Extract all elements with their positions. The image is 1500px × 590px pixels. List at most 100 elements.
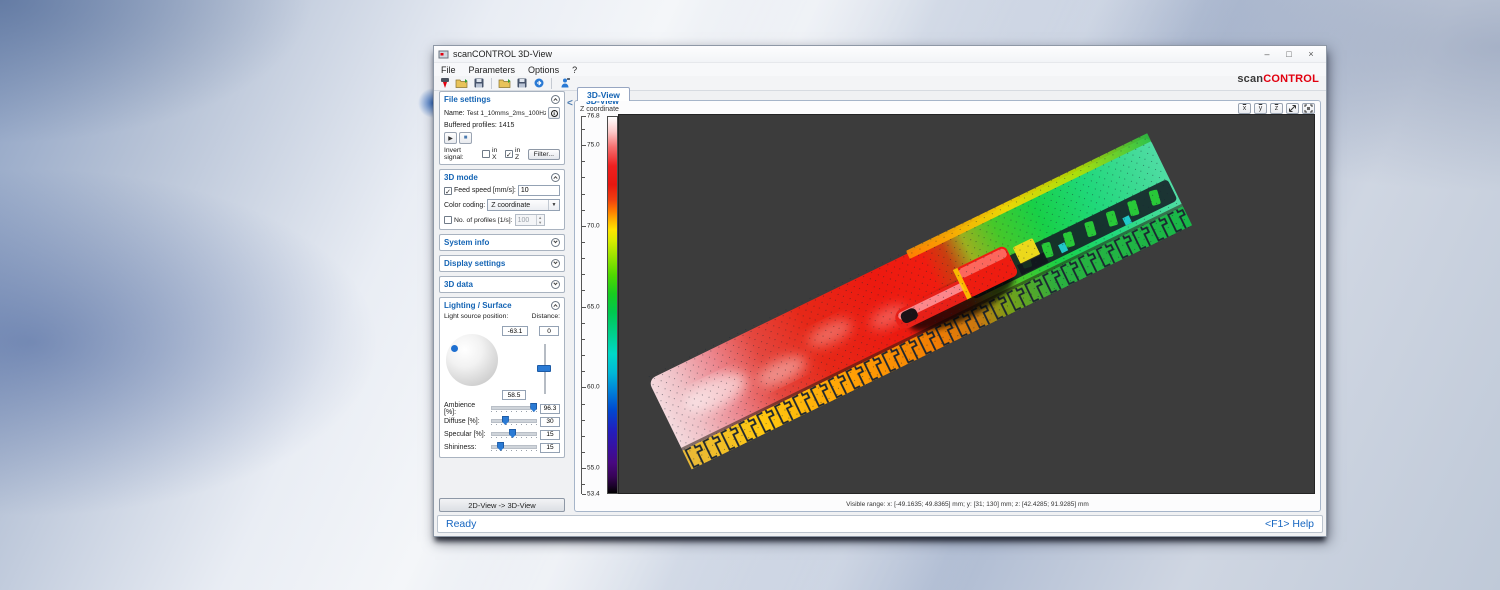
scale-tick-label: 75.0 [587,142,600,149]
slider-track[interactable] [491,429,537,440]
view-isometric-button[interactable] [1286,103,1299,114]
expand-display-settings-button[interactable] [551,259,560,268]
invert-z-label: in Z [515,147,526,161]
distance-value[interactable] [539,326,559,336]
switch-view-button[interactable]: 2D-View -> 3D-View [439,498,565,512]
scale-major-tick: 76.8 [582,116,586,117]
sensor-connect-icon[interactable] [438,77,451,90]
open-parameters-icon[interactable] [498,77,511,90]
3d-mode-title: 3D mode [444,173,478,182]
scale-minor-tick [582,177,585,178]
distance-slider-handle[interactable] [537,365,551,372]
invert-z-checkbox[interactable]: ✓ [505,150,513,158]
slider-value[interactable] [540,404,560,414]
feed-speed-label: Feed speed [mm/s]: [454,187,516,194]
slider-label: Ambience [%]: [444,402,488,416]
scancontrol-logo: scanCONTROL [1237,73,1319,85]
file-name-value: Test 1_10mms_2ms_100Hz.avi [467,110,547,117]
stop-button[interactable]: ■ [459,132,472,144]
slider-label: Diffuse [%]: [444,418,488,425]
file-info-button[interactable]: i [548,107,560,119]
chevron-down-icon: ▼ [548,200,559,210]
light-position-label: Light source position: [444,313,508,320]
lighting-slider-row: Ambience [%]: [444,402,560,415]
distance-slider[interactable] [537,344,551,394]
section-3d-data: 3D data [439,276,565,293]
scale-tick-label: 76.8 [587,113,600,120]
slider-track[interactable] [491,416,537,427]
collapse-file-settings-button[interactable] [551,95,560,104]
profiles-checkbox[interactable] [444,216,452,224]
filter-button[interactable]: Filter... [528,149,560,160]
collapse-lighting-button[interactable] [551,301,560,310]
scale-minor-tick [582,404,585,405]
scale-major-tick: 65.0 [582,307,586,308]
scale-tick-label: 70.0 [587,222,600,229]
section-system-info: System info [439,234,565,251]
scale-tick-label: 53.4 [587,491,600,498]
menu-parameters[interactable]: Parameters [469,65,516,75]
slider-track[interactable] [491,442,537,453]
maximize-button[interactable]: □ [1278,47,1300,62]
light-elevation-value[interactable] [502,390,526,400]
invert-x-label: in X [492,147,503,161]
color-coding-select[interactable]: Z coordinate▼ [487,199,560,211]
toolbar-separator [551,78,552,89]
scale-minor-tick [582,274,585,275]
slider-value[interactable] [540,443,560,453]
zoom-fit-button[interactable] [1302,103,1315,114]
expand-system-info-button[interactable] [551,238,560,247]
scale-minor-tick [582,129,585,130]
profiles-spinner[interactable]: 100 ▲▼ [515,214,545,226]
window-title: scanCONTROL 3D-View [453,49,552,59]
menu-file[interactable]: File [441,65,456,75]
invert-signal-label: Invert signal: [444,147,480,161]
scale-minor-tick [582,436,585,437]
expand-3d-data-button[interactable] [551,280,560,289]
scale-minor-tick [582,210,585,211]
invert-x-checkbox[interactable] [482,150,490,158]
play-button[interactable]: ▶ [444,132,457,144]
open-profiles-icon[interactable] [455,77,468,90]
scale-minor-tick [582,290,585,291]
light-position-dot[interactable] [451,345,458,352]
export-data-icon[interactable] [532,77,545,90]
color-scale: 76.875.070.065.060.055.053.4 [581,116,617,494]
save-parameters-icon[interactable] [515,77,528,90]
scale-minor-tick [582,161,585,162]
view-z-button[interactable]: z [1270,103,1283,114]
name-label: Name: [444,110,465,117]
color-scale-bar [607,116,618,494]
light-position-sphere[interactable] [446,334,498,386]
section-file-settings: File settings Name: Test 1_10mms_2ms_100… [439,91,565,165]
title-bar[interactable]: scanCONTROL 3D-View – □ × [434,46,1326,63]
close-button[interactable]: × [1300,47,1322,62]
feed-speed-input[interactable] [518,185,560,196]
save-profiles-icon[interactable] [472,77,485,90]
light-azimuth-value[interactable] [502,326,528,336]
slider-value[interactable] [540,430,560,440]
slider-value[interactable] [540,417,560,427]
application-window: scanCONTROL 3D-View – □ × File Parameter… [433,45,1327,537]
view-x-button[interactable]: x [1238,103,1251,114]
view-y-button[interactable]: y [1254,103,1267,114]
slider-track[interactable] [491,403,537,414]
menu-options[interactable]: Options [528,65,559,75]
main-view: 3D-View 3D-View Z coordinate 76.875.070.… [574,87,1321,512]
tab-3d-view[interactable]: 3D-View [577,87,630,101]
status-bar: Ready <F1> Help [437,515,1323,533]
settings-icon[interactable] [558,77,571,90]
3d-data-title: 3D data [444,280,473,289]
buffered-profiles-label: Buffered profiles: [444,122,497,129]
panel-collapse-arrow[interactable]: < [567,98,573,109]
feed-speed-checkbox[interactable]: ✓ [444,187,452,195]
file-settings-title: File settings [444,95,491,104]
collapse-3d-mode-button[interactable] [551,173,560,182]
scale-minor-tick [582,323,585,324]
lighting-title: Lighting / Surface [444,301,512,310]
minimize-button[interactable]: – [1256,47,1278,62]
help-hint[interactable]: <F1> Help [1265,518,1314,530]
3d-viewport[interactable] [618,114,1315,494]
slider-label: Shininess: [444,444,488,451]
menu-help[interactable]: ? [572,65,577,75]
